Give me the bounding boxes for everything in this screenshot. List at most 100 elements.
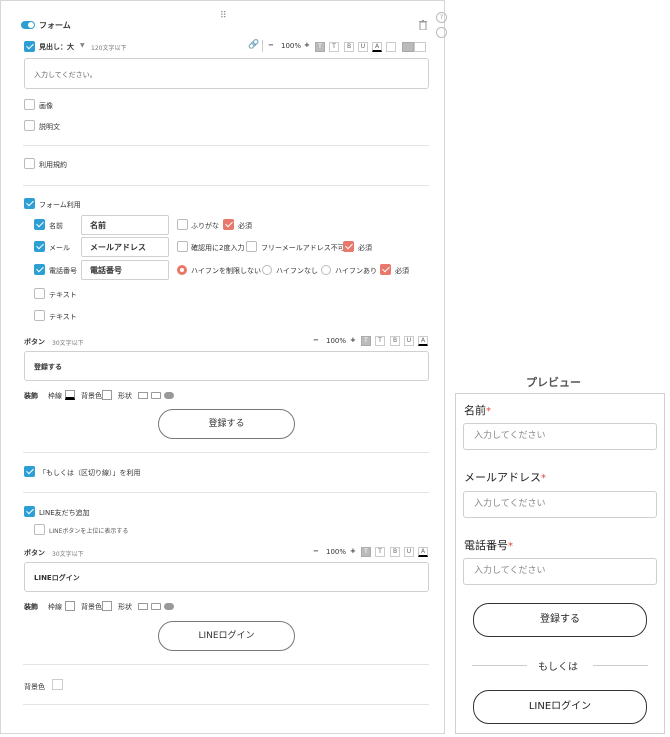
- line-top-checkbox[interactable]: [34, 524, 45, 535]
- button-bold[interactable]: B: [390, 336, 400, 346]
- preview-tel-label: 電話番号*: [464, 539, 513, 552]
- line-text-large[interactable]: T: [361, 547, 371, 557]
- shape-square-option[interactable]: [138, 392, 148, 399]
- or-divider-line-right: [593, 665, 648, 666]
- text-color-button[interactable]: A: [372, 42, 382, 52]
- line-shape-rounded-option[interactable]: [151, 603, 161, 610]
- underline-button[interactable]: U: [358, 42, 368, 52]
- name-required-checkbox[interactable]: [223, 219, 234, 230]
- line-shape-square-option[interactable]: [138, 603, 148, 610]
- help-icon[interactable]: ?: [436, 12, 447, 23]
- border-color-swatch[interactable]: [65, 390, 75, 400]
- line-bg-color-swatch[interactable]: [102, 601, 112, 611]
- mail-field-checkbox[interactable]: [34, 241, 45, 252]
- hyphen-with-radio[interactable]: [321, 265, 331, 275]
- image-checkbox[interactable]: [24, 99, 35, 110]
- mail-required-checkbox[interactable]: [343, 241, 354, 252]
- name-field-label: 名前: [49, 222, 63, 230]
- form-title: フォーム: [39, 21, 71, 30]
- heading-checkbox[interactable]: [24, 41, 35, 52]
- text-large-button[interactable]: T: [315, 42, 325, 52]
- mail-confirm-checkbox[interactable]: [177, 241, 188, 252]
- bg-color-label: 背景色: [81, 392, 102, 400]
- bg-color-swatch[interactable]: [102, 390, 112, 400]
- hyphen-none-radio[interactable]: [262, 265, 272, 275]
- line-friend-checkbox[interactable]: [24, 506, 35, 517]
- description-checkbox[interactable]: [24, 120, 35, 131]
- background-color-swatch[interactable]: [52, 679, 63, 690]
- shape-rounded-option[interactable]: [151, 392, 161, 399]
- line-top-label: LINEボタンを上位に表示する: [49, 528, 129, 535]
- furigana-checkbox[interactable]: [177, 219, 188, 230]
- text-field-2-checkbox[interactable]: [34, 310, 45, 321]
- button-zoom-minus[interactable]: −: [313, 336, 319, 344]
- free-mail-checkbox[interactable]: [246, 241, 257, 252]
- line-shape-pill-option[interactable]: [164, 603, 174, 610]
- form-toggle[interactable]: [21, 21, 35, 29]
- preview-mail-input[interactable]: 入力してください: [463, 491, 657, 518]
- button-text-input[interactable]: 登録する: [24, 351, 429, 381]
- line-underline[interactable]: U: [404, 547, 414, 557]
- line-border-color-swatch[interactable]: [65, 601, 75, 611]
- line-login-button-preview[interactable]: LINEログイン: [158, 621, 295, 651]
- line-button-text-input[interactable]: LINEログイン: [24, 562, 429, 592]
- required-mark: *: [486, 406, 491, 417]
- preview-or-text: もしくは: [538, 662, 578, 673]
- name-required-label: 必須: [238, 222, 252, 230]
- zoom-plus-button[interactable]: +: [304, 41, 310, 49]
- tel-required-checkbox[interactable]: [380, 264, 391, 275]
- form-editor-panel: フォーム ⠿ ? 見出し：大 ▼ 120文字以下 🔗 − 100% + T T …: [0, 0, 447, 734]
- button-underline[interactable]: U: [404, 336, 414, 346]
- line-text-small[interactable]: T: [375, 547, 385, 557]
- hyphen-with-label: ハイフンあり: [335, 267, 377, 275]
- terms-checkbox[interactable]: [24, 158, 35, 169]
- highlight-button[interactable]: [386, 42, 396, 52]
- mail-field-label: メール: [49, 244, 70, 252]
- drag-handle-icon[interactable]: ⠿: [220, 11, 227, 21]
- mail-field-input[interactable]: メールアドレス: [81, 237, 169, 257]
- line-zoom-plus[interactable]: +: [350, 547, 356, 555]
- tel-field-checkbox[interactable]: [34, 264, 45, 275]
- required-mark: *: [541, 473, 546, 484]
- button-hint: 30文字以下: [52, 340, 84, 347]
- text-small-button[interactable]: T: [329, 42, 339, 52]
- zoom-minus-button[interactable]: −: [268, 41, 274, 49]
- register-button-preview[interactable]: 登録する: [158, 409, 295, 439]
- settings-circle-icon[interactable]: [436, 27, 447, 38]
- free-mail-label: フリーメールアドレス不可: [261, 244, 345, 252]
- heading-label: 見出し：大: [39, 43, 74, 51]
- preview-name-input[interactable]: 入力してください: [463, 423, 657, 450]
- or-divider-label: 「もしくは（区切り線）」を利用: [39, 469, 141, 477]
- text-field-1-checkbox[interactable]: [34, 288, 45, 299]
- button-text-color[interactable]: A: [418, 336, 428, 346]
- line-zoom-minus[interactable]: −: [313, 547, 319, 555]
- button-zoom-plus[interactable]: +: [350, 336, 356, 344]
- preview-submit-button[interactable]: 登録する: [473, 603, 647, 637]
- line-bold[interactable]: B: [390, 547, 400, 557]
- name-field-checkbox[interactable]: [34, 219, 45, 230]
- button-text-small[interactable]: T: [375, 336, 385, 346]
- shape-pill-option[interactable]: [164, 392, 174, 399]
- bold-button[interactable]: B: [344, 42, 354, 52]
- furigana-label: ふりがな: [191, 222, 219, 230]
- required-mark: *: [508, 541, 513, 552]
- trash-icon[interactable]: [419, 20, 427, 31]
- line-text-color[interactable]: A: [418, 547, 428, 557]
- line-shape-label: 形状: [118, 603, 132, 611]
- chevron-down-icon[interactable]: ▼: [80, 42, 85, 49]
- or-divider-checkbox[interactable]: [24, 466, 35, 477]
- hyphen-unrestricted-radio[interactable]: [177, 265, 187, 275]
- button-text-large[interactable]: T: [361, 336, 371, 346]
- terms-label: 利用規約: [39, 161, 67, 169]
- name-field-input[interactable]: 名前: [81, 215, 169, 235]
- align-center-button[interactable]: [414, 42, 426, 52]
- link-icon[interactable]: 🔗: [248, 40, 259, 50]
- heading-input[interactable]: 入力してください。: [24, 58, 429, 89]
- align-left-button[interactable]: [402, 42, 414, 52]
- tel-field-label: 電話番号: [49, 267, 77, 275]
- preview-line-login-button[interactable]: LINEログイン: [473, 690, 647, 724]
- line-decoration-label: 装飾: [24, 603, 38, 611]
- tel-field-input[interactable]: 電話番号: [81, 260, 169, 280]
- preview-tel-input[interactable]: 入力してください: [463, 558, 657, 585]
- form-use-checkbox[interactable]: [24, 198, 35, 209]
